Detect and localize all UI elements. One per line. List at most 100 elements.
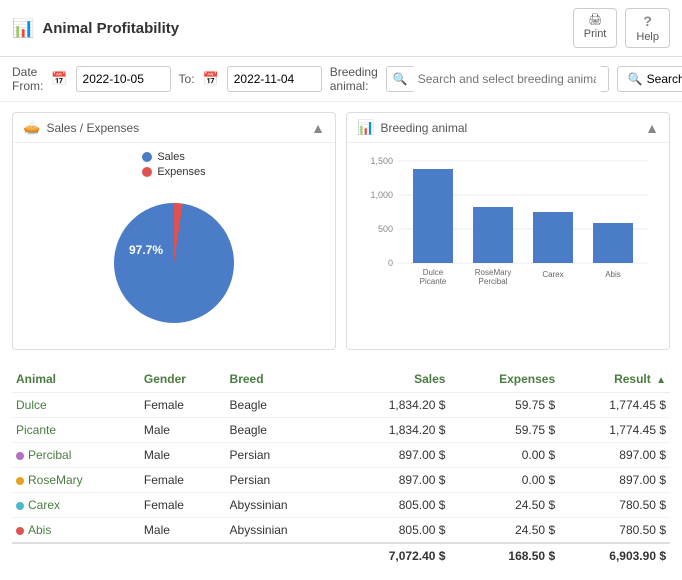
cell-breed: Beagle	[226, 418, 339, 443]
pie-chart-body: Sales Expenses	[13, 143, 335, 349]
bar-collapse-button[interactable]: ▲	[645, 120, 659, 136]
pie-chart-icon: 🥧	[23, 119, 40, 136]
table-row: PercibalMalePersian897.00 $0.00 $897.00 …	[12, 443, 670, 468]
cell-animal: Abis	[12, 518, 140, 544]
cell-gender: Female	[140, 468, 226, 493]
cell-gender: Female	[140, 393, 226, 418]
animal-dot	[16, 527, 24, 535]
print-label: Print	[584, 28, 607, 40]
x-label-picante: Picante	[420, 277, 447, 286]
pie-chart-header: 🥧 Sales / Expenses ▲	[13, 113, 335, 143]
cell-gender: Male	[140, 443, 226, 468]
date-to-input[interactable]	[227, 66, 322, 92]
bar-chart-title-area: 📊 Breeding animal	[357, 119, 467, 136]
cell-animal: Carex	[12, 493, 140, 518]
animal-dot	[16, 452, 24, 460]
y-label-1000: 1,000	[370, 190, 393, 200]
cell-result: 780.50 $	[559, 493, 670, 518]
y-label-0: 0	[388, 258, 393, 268]
cell-sales: 805.00 $	[339, 518, 450, 544]
table-footer: 7,072.40 $ 168.50 $ 6,903.90 $	[12, 543, 670, 568]
col-result: Result ▲	[559, 366, 670, 393]
cell-expenses: 24.50 $	[449, 518, 559, 544]
bar-rosemary-percibal	[473, 207, 513, 263]
animal-dot	[16, 477, 24, 485]
pie-collapse-button[interactable]: ▲	[311, 120, 325, 136]
pie-chart-container: Sales Expenses	[21, 151, 327, 341]
x-label-abis: Abis	[605, 270, 621, 279]
calendar-to-icon: 📅	[203, 71, 219, 87]
app-header: 📊 Animal Profitability 🖨 Print ? Help	[0, 0, 682, 57]
breeding-animal-input[interactable]	[412, 66, 602, 92]
legend-expenses-label: Expenses	[157, 166, 205, 178]
animal-link[interactable]: Abis	[28, 523, 51, 537]
x-label-rosemary: RoseMary	[475, 268, 511, 277]
pie-chart-card: 🥧 Sales / Expenses ▲ Sales Expenses	[12, 112, 336, 350]
cell-gender: Female	[140, 493, 226, 518]
date-from-label: Date From:	[12, 65, 43, 93]
cell-result: 1,774.45 $	[559, 418, 670, 443]
table-row: AbisMaleAbyssinian805.00 $24.50 $780.50 …	[12, 518, 670, 544]
bar-chart-body: 1,500 1,000 500 0 Dulce P	[347, 143, 669, 304]
legend-sales-label: Sales	[157, 151, 185, 163]
print-button[interactable]: 🖨 Print	[573, 8, 618, 48]
animal-link[interactable]: Dulce	[16, 398, 47, 412]
x-label-carex: Carex	[542, 270, 563, 279]
cell-result: 1,774.45 $	[559, 393, 670, 418]
search-btn-icon: 🔍	[628, 72, 643, 86]
chart-icon: 📊	[12, 18, 34, 39]
cell-sales: 897.00 $	[339, 468, 450, 493]
cell-breed: Persian	[226, 468, 339, 493]
date-to-label: To:	[179, 72, 195, 86]
calendar-from-icon: 📅	[51, 71, 67, 87]
cell-animal: Picante	[12, 418, 140, 443]
bar-abis	[593, 223, 633, 263]
col-breed: Breed	[226, 366, 339, 393]
cell-expenses: 59.75 $	[449, 393, 559, 418]
cell-result: 897.00 $	[559, 468, 670, 493]
pie-chart-title-area: 🥧 Sales / Expenses	[23, 119, 139, 136]
cell-sales: 1,834.20 $	[339, 393, 450, 418]
table-body: DulceFemaleBeagle1,834.20 $59.75 $1,774.…	[12, 393, 670, 544]
animal-link[interactable]: Percibal	[28, 448, 71, 462]
cell-expenses: 24.50 $	[449, 493, 559, 518]
print-icon: 🖨	[588, 13, 602, 26]
search-button[interactable]: 🔍 Search	[617, 66, 682, 92]
animal-link[interactable]: Picante	[16, 423, 56, 437]
cell-breed: Abyssinian	[226, 493, 339, 518]
col-gender: Gender	[140, 366, 226, 393]
search-icon: 🔍	[393, 72, 408, 86]
pie-percentage-label: 97.7%	[129, 243, 163, 257]
sort-icon: ▲	[656, 375, 666, 386]
y-label-1500: 1,500	[370, 156, 393, 166]
cell-expenses: 0.00 $	[449, 443, 559, 468]
legend-expenses: Expenses	[142, 166, 205, 178]
col-expenses: Expenses	[449, 366, 559, 393]
table-row: DulceFemaleBeagle1,834.20 $59.75 $1,774.…	[12, 393, 670, 418]
bar-chart-svg: 1,500 1,000 500 0 Dulce P	[363, 151, 653, 296]
help-button[interactable]: ? Help	[625, 8, 670, 48]
x-label-percibal: Percibal	[479, 277, 508, 286]
total-result: 6,903.90 $	[559, 543, 670, 568]
legend-sales: Sales	[142, 151, 205, 163]
total-expenses: 168.50 $	[449, 543, 559, 568]
legend-sales-dot	[142, 152, 152, 162]
bar-chart-card: 📊 Breeding animal ▲ 1,500 1,000 500 0	[346, 112, 670, 350]
cell-result: 780.50 $	[559, 518, 670, 544]
results-table: Animal Gender Breed Sales Expenses Resul…	[12, 366, 670, 568]
animal-link[interactable]: RoseMary	[28, 473, 83, 487]
legend-expenses-dot	[142, 167, 152, 177]
x-label-dulce: Dulce	[423, 268, 444, 277]
y-label-500: 500	[378, 224, 393, 234]
pie-legend: Sales Expenses	[142, 151, 205, 178]
table-header: Animal Gender Breed Sales Expenses Resul…	[12, 366, 670, 393]
animal-link[interactable]: Carex	[28, 498, 60, 512]
breeding-animal-search-wrap: 🔍	[386, 66, 609, 92]
bar-chart-icon: 📊	[357, 119, 374, 136]
pie-chart-title: Sales / Expenses	[46, 121, 139, 135]
date-from-input[interactable]	[76, 66, 171, 92]
help-label: Help	[636, 31, 659, 43]
cell-expenses: 0.00 $	[449, 468, 559, 493]
header-actions: 🖨 Print ? Help	[573, 8, 670, 48]
toolbar: Date From: 📅 To: 📅 Breeding animal: 🔍 🔍 …	[0, 57, 682, 102]
